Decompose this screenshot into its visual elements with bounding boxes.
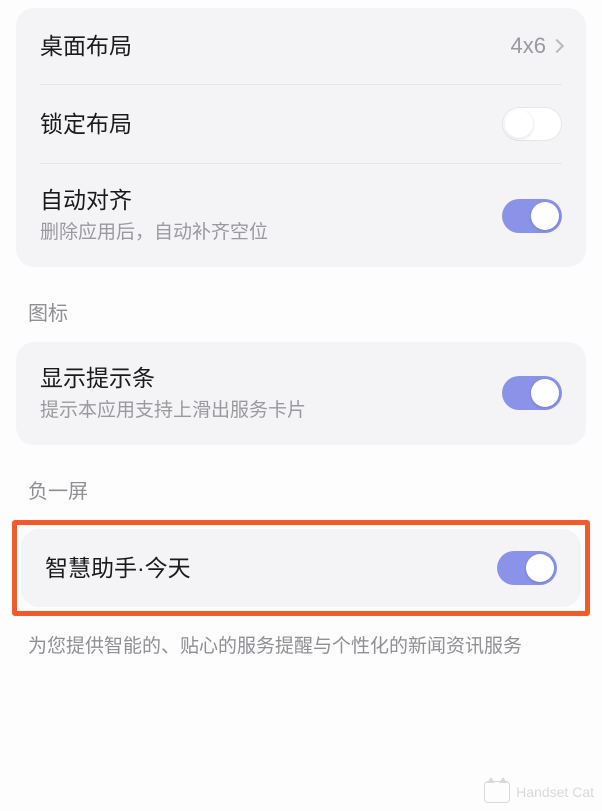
section-header-minus-one: 负一屏 [16,445,586,520]
section-header-icons: 图标 [16,267,586,342]
lock-layout-toggle[interactable] [502,107,562,141]
chevron-right-icon [550,39,564,53]
auto-align-label: 自动对齐 [40,184,502,216]
auto-align-desc: 删除应用后，自动补齐空位 [40,220,502,247]
assistant-card: 智慧助手·今天 [21,529,581,607]
show-hint-bar-label: 显示提示条 [40,362,502,394]
lock-layout-row[interactable]: 锁定布局 [16,85,586,163]
lock-layout-label: 锁定布局 [40,108,502,140]
assistant-today-toggle[interactable] [497,551,557,585]
cat-icon [484,781,510,803]
show-hint-bar-row[interactable]: 显示提示条 提示本应用支持上滑出服务卡片 [16,342,586,445]
assistant-today-row[interactable]: 智慧助手·今天 [21,529,581,607]
assistant-description: 为您提供智能的、贴心的服务提醒与个性化的新闻资讯服务 [16,616,586,661]
desktop-layout-label: 桌面布局 [40,30,511,62]
show-hint-bar-desc: 提示本应用支持上滑出服务卡片 [40,398,502,425]
highlight-box: 智慧助手·今天 [12,520,590,616]
icons-card: 显示提示条 提示本应用支持上滑出服务卡片 [16,342,586,445]
auto-align-row[interactable]: 自动对齐 删除应用后，自动补齐空位 [16,164,586,267]
auto-align-toggle[interactable] [502,199,562,233]
desktop-layout-value: 4x6 [511,33,546,59]
watermark: Handset Cat [484,781,594,803]
show-hint-bar-toggle[interactable] [502,376,562,410]
layout-settings-card: 桌面布局 4x6 锁定布局 自动对齐 删除应用后，自动补齐空位 [16,8,586,267]
assistant-today-label: 智慧助手·今天 [45,552,497,584]
desktop-layout-row[interactable]: 桌面布局 4x6 [16,8,586,84]
watermark-text: Handset Cat [516,784,594,800]
